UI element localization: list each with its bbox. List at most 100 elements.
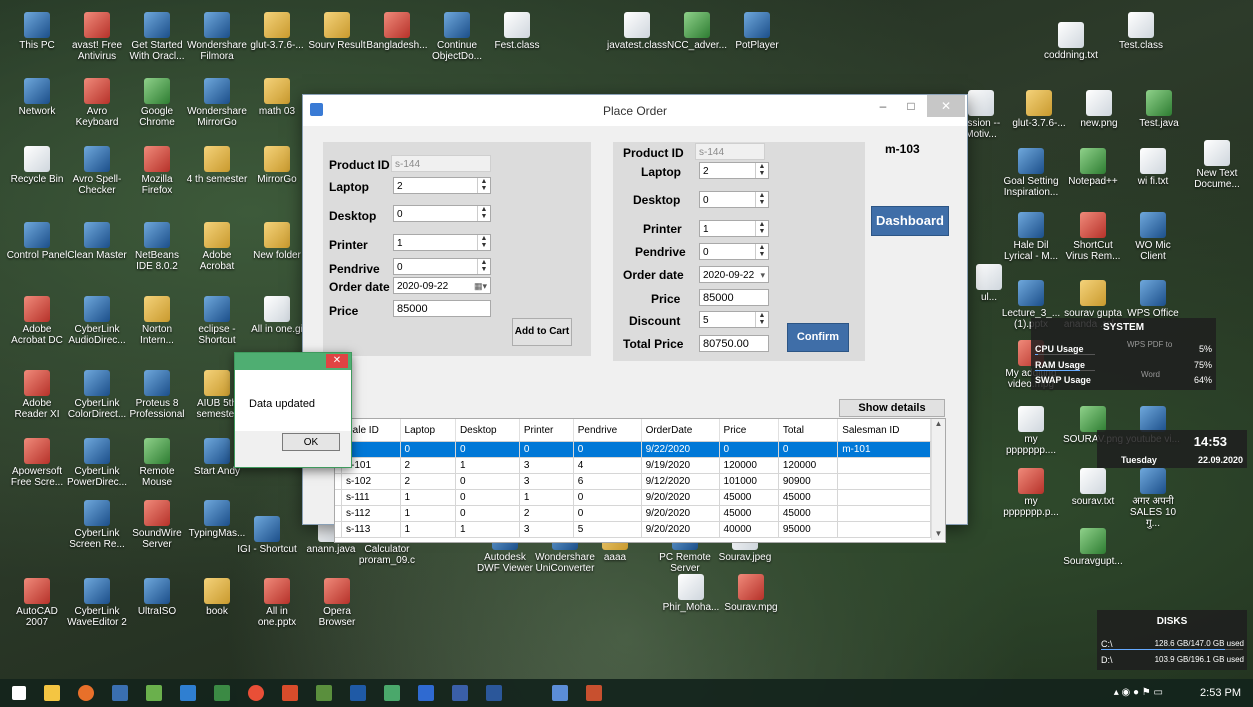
desktop-icon[interactable]: Adobe Acrobat (186, 222, 248, 272)
desktop-icon[interactable]: CyberLink AudioDirec... (66, 296, 128, 346)
taskbar-clock[interactable]: 2:53 PM (1200, 687, 1241, 699)
spin-arrows-icon[interactable]: ▲ ▼ (755, 163, 768, 178)
column-header[interactable]: OrderDate (641, 419, 720, 442)
table-cell[interactable]: 3 (519, 473, 574, 490)
app-icon[interactable] (586, 685, 602, 701)
desktop-icon[interactable]: All in one.pptx (246, 578, 308, 628)
spin-arrows-icon[interactable]: ▲ ▼ (477, 259, 490, 274)
desktop-icon[interactable]: book (186, 578, 248, 617)
table-cell[interactable]: 9/19/2020 (641, 457, 720, 474)
table-cell[interactable]: 120000 (778, 457, 839, 474)
desktop-icon[interactable]: Continue ObjectDo... (426, 12, 488, 62)
desktop-stepper[interactable]: 0 ▲ ▼ (699, 191, 769, 208)
chevron-down-icon[interactable]: ▾ (760, 267, 765, 284)
desktop-icon[interactable]: Avro Spell-Checker (66, 146, 128, 196)
message-box-close-button[interactable]: ✕ (326, 354, 348, 368)
table-cell[interactable]: 45000 (778, 489, 839, 506)
chrome-icon[interactable] (248, 685, 264, 701)
add-to-cart-button[interactable]: Add to Cart (512, 318, 572, 346)
table-cell[interactable]: 0 (778, 441, 839, 458)
table-cell[interactable] (837, 457, 931, 474)
tray-icons[interactable]: ▴ ◉ ● ⚑ ▭ (1114, 687, 1163, 698)
discount-stepper[interactable]: 5 ▲ ▼ (699, 311, 769, 328)
table-cell[interactable]: 0 (573, 505, 642, 522)
pendrive-stepper[interactable]: 0 ▲ ▼ (699, 243, 769, 260)
desktop-icon[interactable]: Fest.class (486, 12, 548, 51)
desktop-icon[interactable]: New folder (246, 222, 308, 261)
desktop-icon[interactable]: Mozilla Firefox (126, 146, 188, 196)
table-cell[interactable]: 90900 (778, 473, 839, 490)
message-box-titlebar[interactable]: ✕ (235, 353, 351, 370)
desktop-icon[interactable]: IGI - Shortcut (236, 516, 298, 555)
spin-arrows-icon[interactable]: ▲ ▼ (477, 206, 490, 221)
desktop-icon[interactable]: Control Panel (6, 222, 68, 261)
scroll-up-icon[interactable]: ▲ (932, 419, 945, 428)
table-cell[interactable]: 9/12/2020 (641, 473, 720, 490)
table-cell[interactable]: 0 (455, 489, 520, 506)
desktop-icon[interactable]: Adobe Reader XI (6, 370, 68, 420)
table-cell[interactable]: 0 (573, 489, 642, 506)
file-explorer-icon[interactable] (44, 685, 60, 701)
table-cell[interactable]: 1 (455, 521, 520, 538)
table-cell[interactable]: 45000 (719, 505, 779, 522)
desktop-icon[interactable]: Test.class (1110, 12, 1172, 51)
desktop-icon[interactable]: eclipse - Shortcut (186, 296, 248, 346)
app-icon[interactable] (552, 685, 568, 701)
desktop-icon[interactable]: Souravgupt... (1062, 528, 1124, 567)
desktop-icon[interactable]: UltraISO (126, 578, 188, 617)
table-row[interactable]: s-113 1 1 3 5 9/20/2020 40000 95000 (335, 521, 931, 538)
desktop-icon[interactable]: Bangladesh... (366, 12, 428, 51)
table-cell[interactable]: 9/20/2020 (641, 489, 720, 506)
table-row[interactable]: s-112 1 0 2 0 9/20/2020 45000 45000 (335, 505, 931, 522)
show-details-button[interactable]: Show details (839, 399, 945, 417)
desktop-icon[interactable]: अगर अपनी SALES 10 गु... (1122, 468, 1184, 529)
table-cell[interactable]: 5 (573, 521, 642, 538)
desktop-icon[interactable]: Clean Master (66, 222, 128, 261)
desktop-icon[interactable]: 4 th semester (186, 146, 248, 185)
app-icon[interactable] (146, 685, 162, 701)
order-date-select[interactable]: 2020-09-22 ▾ (699, 266, 769, 283)
scroll-down-icon[interactable]: ▼ (932, 529, 945, 538)
desktop-icon[interactable]: avast! Free Antivirus (66, 12, 128, 62)
table-cell[interactable]: m-101 (837, 441, 931, 458)
desktop-icon[interactable]: Remote Mouse (126, 438, 188, 488)
desktop-icon[interactable]: Google Chrome (126, 78, 188, 128)
column-header[interactable]: Price (719, 419, 779, 442)
table-cell[interactable]: 1 (455, 457, 520, 474)
laptop-stepper[interactable]: 2 ▲ ▼ (699, 162, 769, 179)
desktop-icon[interactable]: Sourav.mpg (720, 574, 782, 613)
table-cell[interactable]: 120000 (719, 457, 779, 474)
firefox-icon[interactable] (78, 685, 94, 701)
desktop-icon[interactable]: Avro Keyboard (66, 78, 128, 128)
desktop-icon[interactable]: Notepad++ (1062, 148, 1124, 187)
table-cell[interactable]: 2 (400, 473, 456, 490)
printer-stepper[interactable]: 1 ▲ ▼ (393, 234, 491, 251)
desktop-icon[interactable]: new.png (1068, 90, 1130, 129)
desktop-icon[interactable]: Network (6, 78, 68, 117)
table-cell[interactable]: 0 (455, 441, 520, 458)
desktop-icon[interactable]: Recycle Bin (6, 146, 68, 185)
table-cell[interactable]: 0 (519, 441, 574, 458)
desktop-icon[interactable]: WO Mic Client (1122, 212, 1184, 262)
table-row[interactable]: s-102 2 0 3 6 9/12/2020 101000 90900 (335, 473, 931, 490)
app-icon[interactable] (316, 685, 332, 701)
table-cell[interactable] (837, 473, 931, 490)
table-cell[interactable]: s-112 (341, 505, 401, 522)
desktop-icon[interactable]: Apowersoft Free Scre... (6, 438, 68, 488)
table-cell[interactable]: 6 (573, 473, 642, 490)
desktop-icon[interactable]: Wondershare MirrorGo (186, 78, 248, 128)
desktop-icon[interactable]: Goal Setting Inspiration... (1000, 148, 1062, 198)
desktop-icon[interactable]: Test.java (1128, 90, 1190, 129)
printer-stepper[interactable]: 1 ▲ ▼ (699, 220, 769, 237)
vertical-scrollbar[interactable]: ▲ ▼ (931, 419, 945, 540)
column-header[interactable]: Laptop (400, 419, 456, 442)
desktop-icon[interactable]: CyberLink Screen Re... (66, 500, 128, 550)
internet-explorer-icon[interactable] (180, 685, 196, 701)
table-cell[interactable]: 2 (400, 457, 456, 474)
desktop-icon[interactable]: Hale Dil Lyrical - M... (1000, 212, 1062, 262)
desktop-icon[interactable]: WPS Office (1122, 280, 1184, 319)
desktop-icon[interactable]: glut-3.7.6-... (246, 12, 308, 51)
spin-arrows-icon[interactable]: ▲ ▼ (477, 178, 490, 193)
spin-arrows-icon[interactable]: ▲ ▼ (755, 244, 768, 259)
table-cell[interactable]: 0 (719, 441, 779, 458)
